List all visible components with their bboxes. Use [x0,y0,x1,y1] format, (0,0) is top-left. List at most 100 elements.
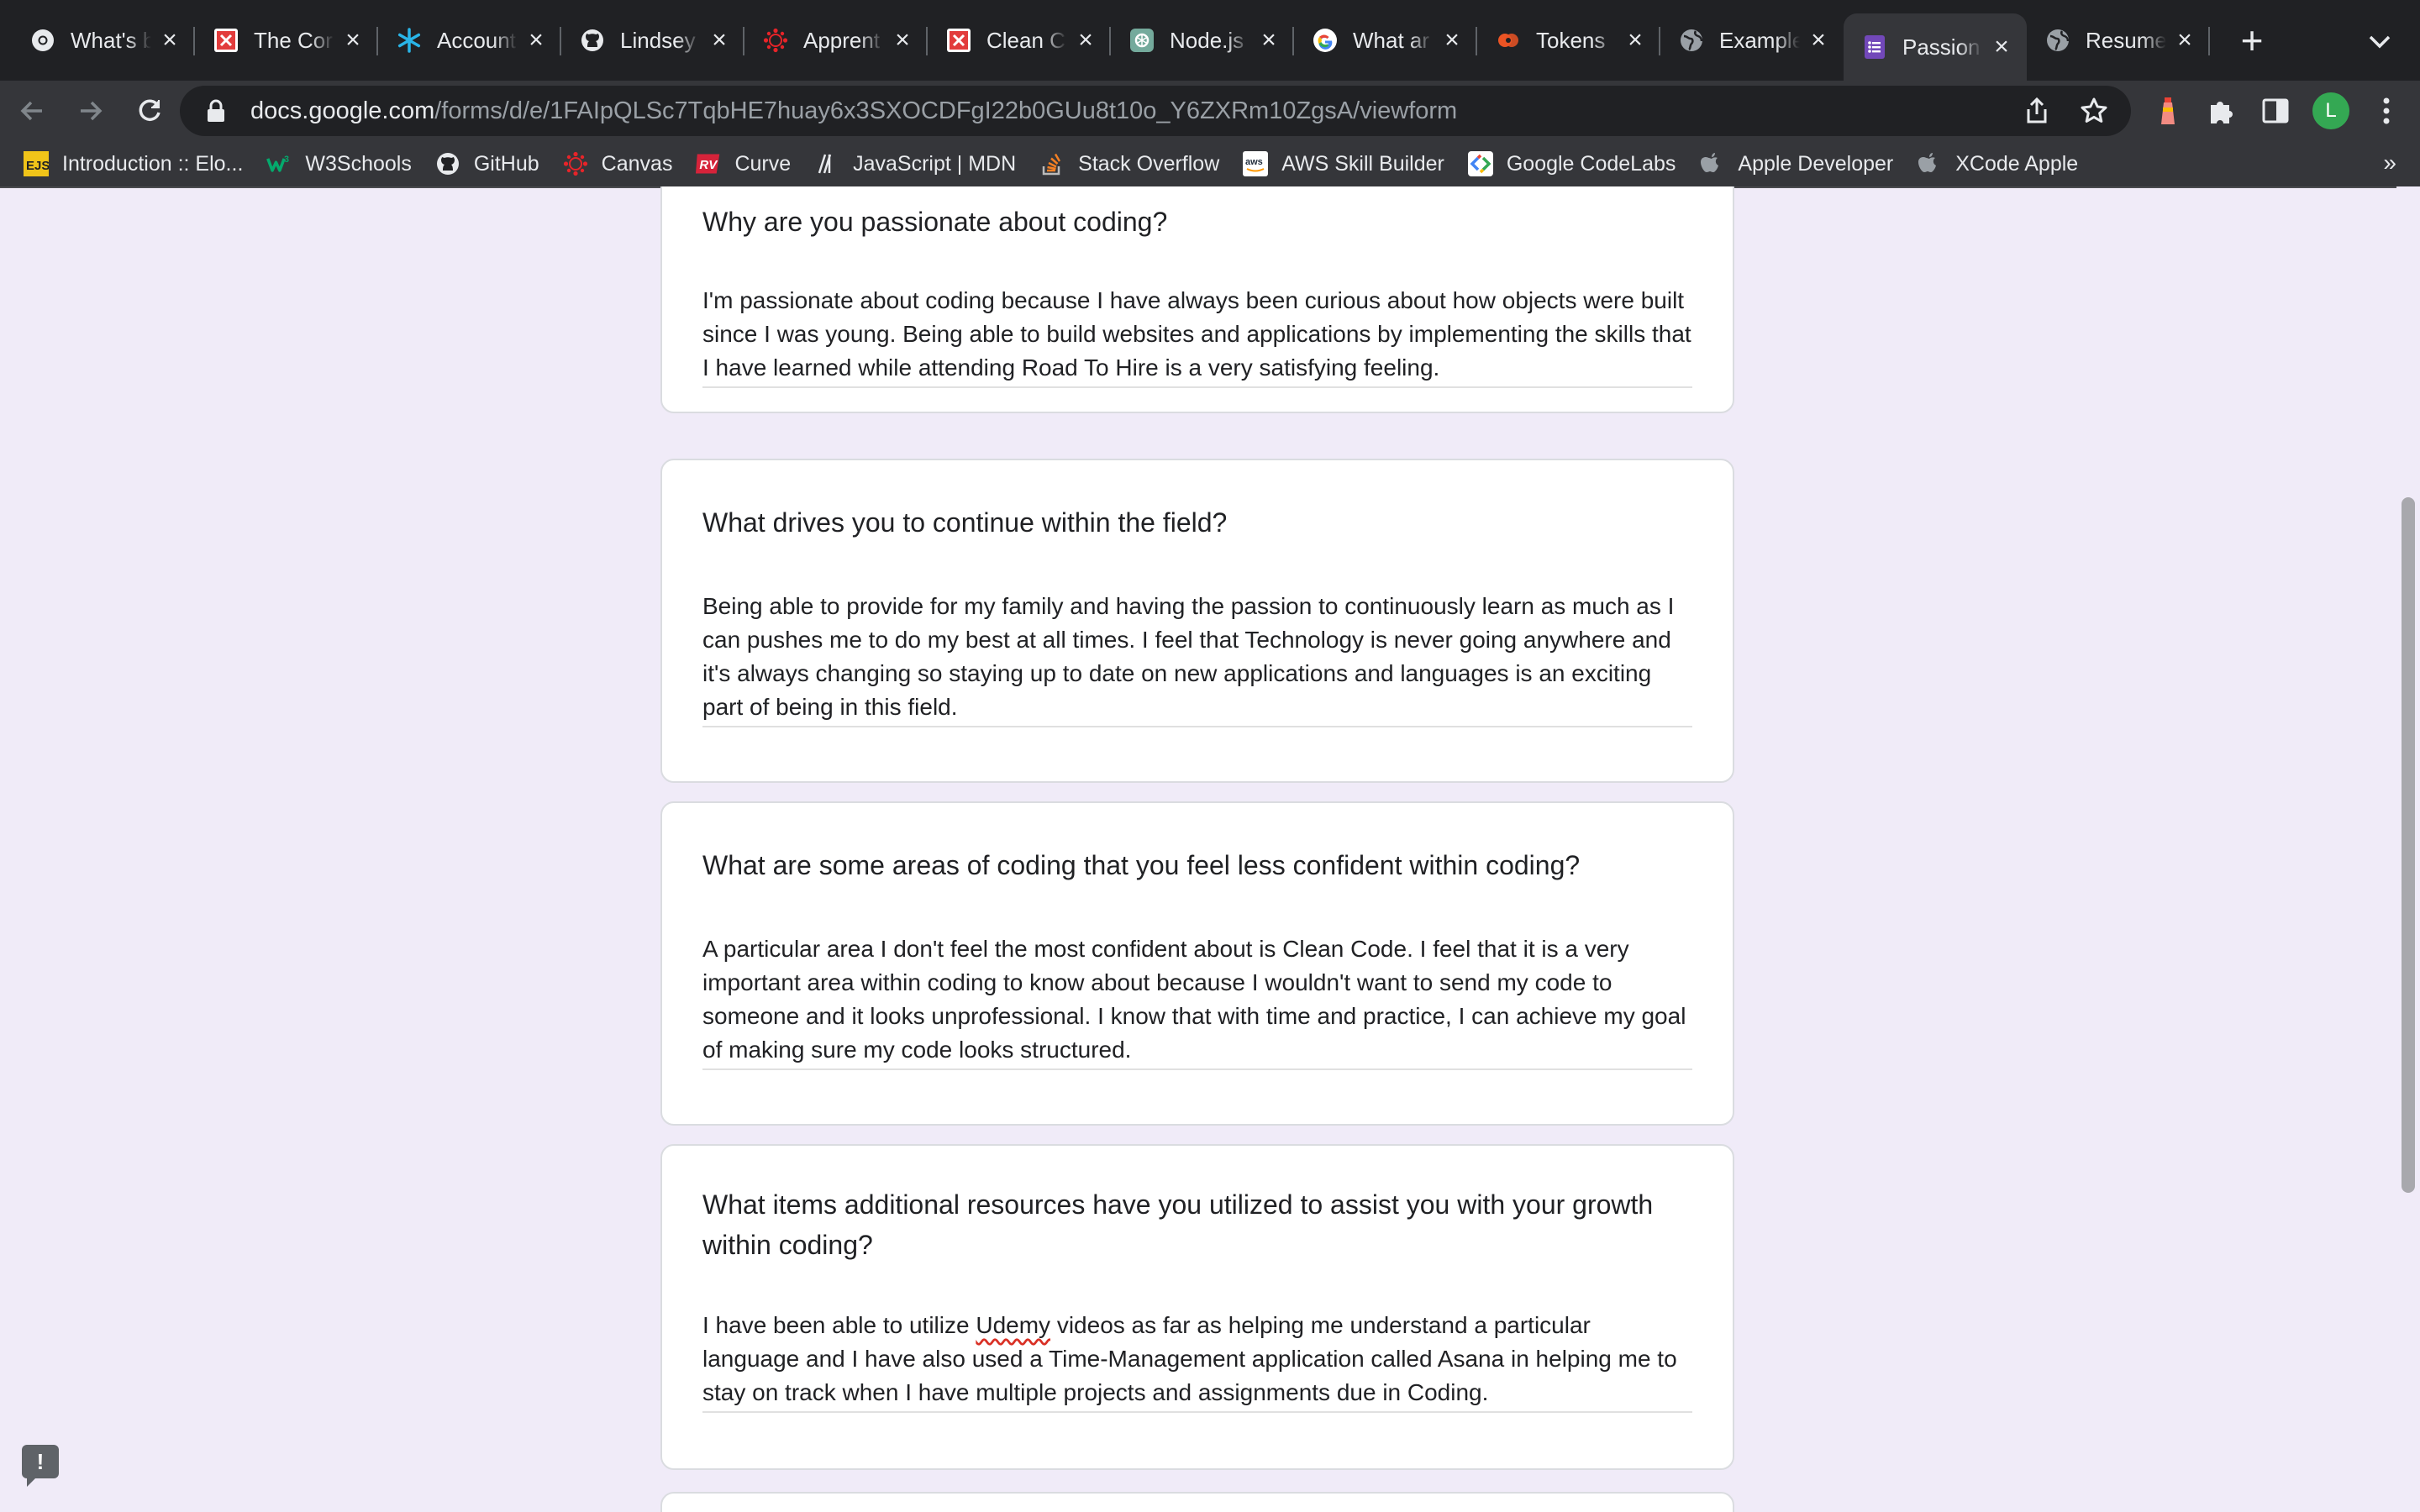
tab-close-icon[interactable]: × [708,26,731,54]
page-viewport: Why are you passionate about coding? I'm… [0,186,2420,1512]
answer-textarea[interactable]: I have been able to utilize Udemy videos… [702,1309,1692,1413]
tab-close-icon[interactable]: × [158,26,182,54]
bookmark-label: Curve [734,151,792,176]
feedback-icon[interactable]: ! [22,1445,59,1487]
bookmark-item[interactable]: EJS Introduction :: Elo... [24,151,243,176]
svg-text:RV: RV [700,158,719,172]
address-bar[interactable]: docs.google.com/forms/d/e/1FAIpQLSc7TqbH… [180,86,2131,136]
question-title: What are some areas of coding that you f… [702,850,1581,880]
bookmark-item[interactable]: GitHub [435,151,539,176]
extensions-puzzle-icon[interactable] [2205,91,2238,131]
chatgpt-icon [1129,28,1155,53]
bookmark-label: Introduction :: Elo... [62,151,244,176]
bookmark-item[interactable]: Canvas [563,151,673,176]
reload-button[interactable] [123,84,176,138]
question-card-3: What are some areas of coding that you f… [660,801,1734,1126]
url-text[interactable]: docs.google.com/forms/d/e/1FAIpQLSc7TqbH… [250,97,1457,125]
snowflake-icon [397,28,422,53]
forward-arrow-icon [81,101,103,121]
codecademy-icon [946,28,971,53]
tab-close-icon[interactable]: × [891,26,914,54]
bookmark-item[interactable]: Stack Overflow [1039,151,1219,176]
bookmark-item[interactable]: Google CodeLabs [1467,151,1676,176]
bookmark-item[interactable]: JavaScript | MDN [814,151,1016,176]
tab-close-icon[interactable]: × [2173,26,2196,54]
tab[interactable]: Node.js × [1111,0,1294,81]
tab-close-icon[interactable]: × [1990,33,2013,60]
apple-icon [1699,151,1724,176]
scrollbar-thumb[interactable] [2402,497,2415,1193]
forward-button[interactable] [64,84,118,138]
mdn-icon [814,151,839,176]
canvas-icon [563,151,588,176]
bookmark-label: Google CodeLabs [1506,151,1676,176]
spellcheck-flagged-word[interactable]: Udemy [976,1312,1050,1338]
url-path: /forms/d/e/1FAIpQLSc7TqbHE7huay6x3SXOCDF… [434,97,1458,124]
canvas-icon [763,28,788,53]
chrome-icon [30,28,55,53]
profile-avatar[interactable]: L [2312,92,2349,129]
tab-close-icon[interactable]: × [1074,26,1097,54]
tab-close-icon[interactable]: × [341,26,365,54]
tab[interactable]: Tokens × [1477,0,1660,81]
tab[interactable]: Account × [378,0,561,81]
bookmark-item[interactable]: RV Curve [696,151,791,176]
bookmark-label: Apple Developer [1738,151,1894,176]
tab[interactable]: What ar × [1294,0,1477,81]
tab[interactable]: Clean C × [928,0,1111,81]
tab-title: The Cor [254,27,333,53]
share-icon[interactable] [2020,94,2054,128]
bookmark-item[interactable]: 3 W3Schools [266,151,412,176]
answer-textarea[interactable]: I'm passionate about coding because I ha… [702,284,1692,388]
new-tab-button[interactable]: + [2227,15,2277,66]
codecademy-icon [213,28,239,53]
svg-text:3: 3 [285,155,290,165]
aws-icon: aws [1243,151,1269,176]
answer-text: I have been able to utilize [702,1312,976,1338]
bookmark-label: Canvas [601,151,673,176]
bookmarks-overflow-button[interactable]: » [2383,150,2396,176]
question-card-5 [660,1492,1734,1512]
svg-text:EJS: EJS [26,159,49,173]
answer-textarea[interactable]: Being able to provide for my family and … [702,590,1692,727]
tab-title: Passion [1902,34,1981,60]
bookmarks-bar: EJS Introduction :: Elo... 3 W3Schools GitHu… [0,141,2420,188]
tab-active[interactable]: Passion × [1844,13,2027,81]
menu-kebab-icon[interactable] [2370,91,2403,131]
bookmark-label: GitHub [473,151,539,176]
bookmark-item[interactable]: Apple Developer [1699,151,1893,176]
tab[interactable]: Lindsey × [561,0,744,81]
tab-title: Node.js [1170,27,1244,53]
tab-close-icon[interactable]: × [1807,26,1830,54]
tab-close-icon[interactable]: × [1257,26,1281,54]
tab[interactable]: What's b × [12,0,195,81]
bookmark-item[interactable]: XCode Apple [1917,151,2078,176]
question-title: What drives you to continue within the f… [702,507,1228,538]
answer-textarea[interactable]: A particular area I don't feel the most … [702,932,1692,1070]
tab-strip: What's b × The Cor × Account × Lindsey × Apprent… [0,0,2420,81]
browser-toolbar: docs.google.com/forms/d/e/1FAIpQLSc7TqbH… [0,81,2420,141]
extension-lighthouse-icon[interactable] [2151,91,2185,131]
tab-title: What's b [71,27,151,53]
tab-title: Apprent [803,27,881,53]
tab-close-icon[interactable]: × [1440,26,1464,54]
tab-separator [2208,27,2210,55]
tab[interactable]: The Cor × [195,0,378,81]
tab-close-icon[interactable]: × [524,26,548,54]
back-arrow-icon [20,101,42,121]
bookmark-label: Stack Overflow [1078,151,1220,176]
tab[interactable]: Resume × [2027,0,2210,81]
tab[interactable]: Example × [1660,0,1844,81]
tab-close-icon[interactable]: × [1623,26,1647,54]
lock-icon[interactable] [203,98,229,123]
github-icon [580,28,605,53]
tab-search-chevron-icon[interactable] [2363,25,2396,59]
back-button[interactable] [5,84,59,138]
tab-title: Account [437,27,516,53]
bookmark-item[interactable]: aws AWS Skill Builder [1243,151,1444,176]
svg-text:aws: aws [1245,157,1263,167]
bookmark-star-icon[interactable] [2077,94,2111,128]
tab[interactable]: Apprent × [744,0,928,81]
tabs-container: What's b × The Cor × Account × Lindsey × Apprent… [0,0,2210,81]
side-panel-icon[interactable] [2259,91,2292,131]
